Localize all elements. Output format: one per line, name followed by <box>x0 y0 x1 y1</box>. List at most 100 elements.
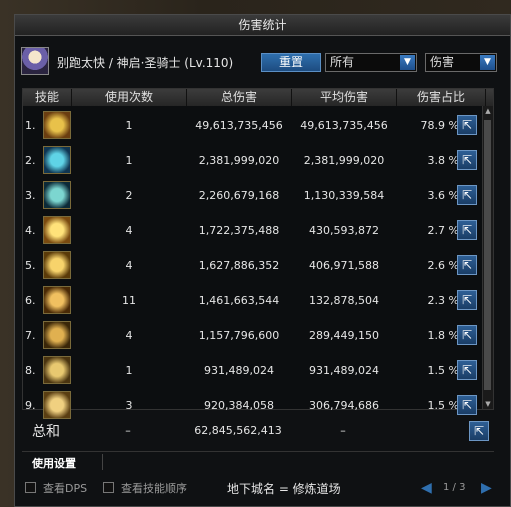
average-damage-cell: 2,381,999,020 <box>303 154 385 167</box>
damage-percent-cell: 2.3 % <box>397 283 459 318</box>
metric-select[interactable]: 伤害 ▼ <box>425 53 497 72</box>
table-row: 2. 1 2,381,999,020 2,381,999,020 3.8 % ⇱ <box>23 143 493 178</box>
skill-icon <box>43 181 71 209</box>
view-skill-order-checkbox[interactable] <box>103 482 114 493</box>
average-damage-cell: 49,613,735,456 <box>300 119 388 132</box>
uses-cell: 1 <box>125 364 133 377</box>
damage-percent-value: 2.7 <box>427 224 446 237</box>
chevron-down-icon[interactable]: ▼ <box>480 55 495 70</box>
average-damage-cell: 430,593,872 <box>309 224 379 237</box>
header-row: 别跑太快 / 神启·圣骑士 (Lv.110) 重置 所有 ▼ 伤害 ▼ <box>15 39 510 83</box>
share-row-button[interactable]: ⇱ <box>457 150 477 170</box>
damage-percent-cell: 3.8 % <box>397 143 459 178</box>
uses-cell: 1 <box>125 119 133 132</box>
row-number: 8. <box>25 364 36 377</box>
total-label: 总和 <box>32 424 60 440</box>
view-skill-order-label: 查看技能顺序 <box>121 482 187 495</box>
table-row: 7. 4 1,157,796,600 289,449,150 1.8 % ⇱ <box>23 318 493 353</box>
total-damage-cell: 1,157,796,600 <box>198 329 280 342</box>
average-damage-cell: 406,971,588 <box>309 259 379 272</box>
damage-percent-value: 2.3 <box>427 294 446 307</box>
total-damage-cell: 2,260,679,168 <box>198 189 280 202</box>
reset-button[interactable]: 重置 <box>261 53 321 72</box>
total-damage-cell: 49,613,735,456 <box>195 119 283 132</box>
skill-icon <box>43 356 71 384</box>
average-damage-cell: 1,130,339,584 <box>303 189 385 202</box>
average-damage-cell: 289,449,150 <box>309 329 379 342</box>
total-damage: 62,845,562,413 <box>194 424 282 437</box>
uses-cell: 4 <box>125 329 133 342</box>
average-damage-cell: 931,489,024 <box>309 364 379 377</box>
share-row-button[interactable]: ⇱ <box>457 255 477 275</box>
divider <box>102 454 103 470</box>
usage-settings-label[interactable]: 使用设置 <box>32 455 76 471</box>
damage-percent-cell: 3.6 % <box>397 178 459 213</box>
skill-icon <box>43 251 71 279</box>
row-number: 2. <box>25 154 36 167</box>
share-row-button[interactable]: ⇱ <box>457 290 477 310</box>
row-number: 3. <box>25 189 36 202</box>
column-header-uses: 使用次数 <box>72 89 187 106</box>
share-row-button[interactable]: ⇱ <box>457 185 477 205</box>
uses-cell: 11 <box>122 294 136 307</box>
share-row-button[interactable]: ⇱ <box>457 115 477 135</box>
view-dps-checkbox[interactable] <box>25 482 36 493</box>
row-number: 4. <box>25 224 36 237</box>
filter-select-value: 所有 <box>330 55 355 69</box>
table-row: 4. 4 1,722,375,488 430,593,872 2.7 % ⇱ <box>23 213 493 248</box>
table-scrollbar[interactable]: ▲ ▼ <box>482 106 493 409</box>
table-row: 6. 11 1,461,663,544 132,878,504 2.3 % ⇱ <box>23 283 493 318</box>
skill-icon <box>43 111 71 139</box>
damage-percent-value: 2.6 <box>427 259 446 272</box>
view-dps-label: 查看DPS <box>43 482 88 495</box>
uses-cell: 4 <box>125 259 133 272</box>
prev-page-icon[interactable]: ◀ <box>421 480 432 496</box>
uses-cell: 2 <box>125 189 133 202</box>
total-damage-cell: 1,461,663,544 <box>198 294 280 307</box>
total-damage-cell: 1,627,886,352 <box>198 259 280 272</box>
share-row-button[interactable]: ⇱ <box>457 325 477 345</box>
table-header: 技能 使用次数 总伤害 平均伤害 伤害占比 <box>23 89 493 106</box>
damage-percent-cell: 78.9 % <box>397 108 459 143</box>
damage-percent-cell: 1.5 % <box>397 353 459 388</box>
damage-percent-cell: 2.6 % <box>397 248 459 283</box>
total-row: 总和 – 62,845,562,413 – ⇱ <box>22 415 494 447</box>
table-row: 1. 1 49,613,735,456 49,613,735,456 78.9 % ⇱ <box>23 108 493 143</box>
total-damage-cell: 1,722,375,488 <box>198 224 280 237</box>
uses-cell: 1 <box>125 154 133 167</box>
total-damage-cell: 931,489,024 <box>204 364 274 377</box>
scroll-down-icon[interactable]: ▼ <box>483 399 493 409</box>
row-number: 1. <box>25 119 36 132</box>
table-row: 3. 2 2,260,679,168 1,130,339,584 3.6 % ⇱ <box>23 178 493 213</box>
skill-icon <box>43 321 71 349</box>
share-row-button[interactable]: ⇱ <box>457 395 477 415</box>
next-page-icon[interactable]: ▶ <box>481 480 492 496</box>
damage-percent-cell: 2.7 % <box>397 213 459 248</box>
damage-percent-value: 3.8 <box>427 154 446 167</box>
share-row-button[interactable]: ⇱ <box>457 220 477 240</box>
share-row-button[interactable]: ⇱ <box>457 360 477 380</box>
total-average: – <box>340 424 346 437</box>
damage-percent-value: 1.5 <box>427 399 446 412</box>
window-title[interactable]: 伤害统计 <box>15 15 510 36</box>
damage-stats-window: 伤害统计 别跑太快 / 神启·圣骑士 (Lv.110) 重置 所有 ▼ 伤害 ▼… <box>14 14 511 507</box>
chevron-down-icon[interactable]: ▼ <box>400 55 415 70</box>
footer: 查看DPS 查看技能顺序 地下城名 = 修炼道场 ◀ 1 / 3 ▶ <box>15 477 510 503</box>
table-row: 5. 4 1,627,886,352 406,971,588 2.6 % ⇱ <box>23 248 493 283</box>
scroll-up-icon[interactable]: ▲ <box>483 106 493 116</box>
damage-percent-cell: 1.8 % <box>397 318 459 353</box>
damage-percent-value: 1.8 <box>427 329 446 342</box>
settings-bar: 使用设置 <box>22 451 494 472</box>
total-damage-cell: 2,381,999,020 <box>198 154 280 167</box>
damage-percent-value: 3.6 <box>427 189 446 202</box>
row-number: 7. <box>25 329 36 342</box>
filter-select[interactable]: 所有 ▼ <box>325 53 417 72</box>
damage-percent-value: 1.5 <box>427 364 446 377</box>
column-header-total: 总伤害 <box>187 89 292 106</box>
share-total-button[interactable]: ⇱ <box>469 421 489 441</box>
table-row: 8. 1 931,489,024 931,489,024 1.5 % ⇱ <box>23 353 493 388</box>
damage-percent-value: 78.9 <box>420 119 446 132</box>
scroll-thumb[interactable] <box>484 120 491 390</box>
row-number: 6. <box>25 294 36 307</box>
average-damage-cell: 132,878,504 <box>309 294 379 307</box>
